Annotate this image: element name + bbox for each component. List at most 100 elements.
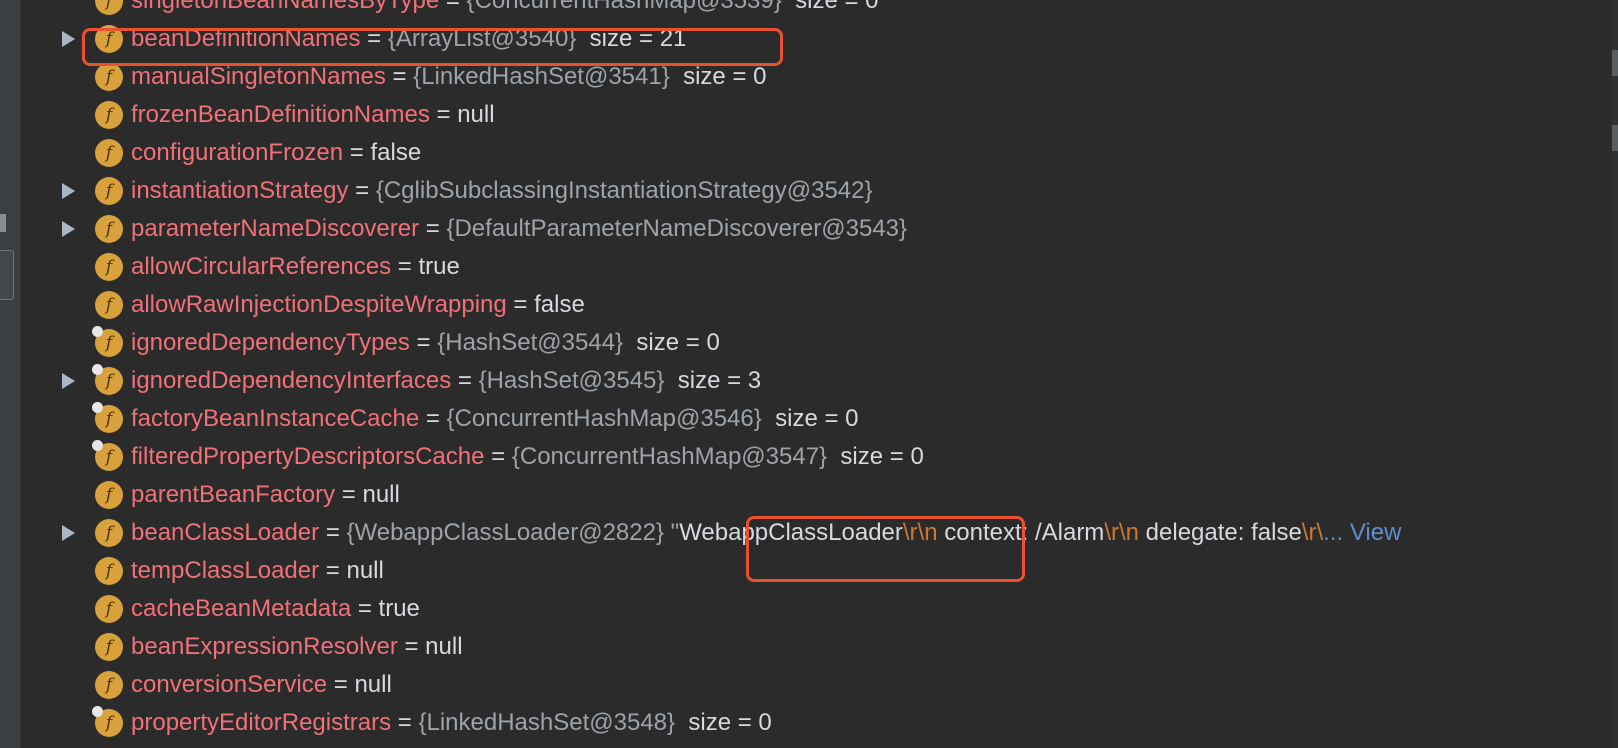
equals-sign: = (392, 63, 407, 90)
field-icon: f (92, 326, 123, 357)
view-link[interactable]: View (1350, 519, 1402, 546)
variable-row[interactable]: f allowCircularReferences = true (0, 248, 1618, 286)
variable-text: ignoredDependencyTypes = {HashSet@3544} … (131, 324, 720, 362)
expand-arrow-icon[interactable] (62, 525, 75, 541)
variable-text: parameterNameDiscoverer = {DefaultParame… (131, 210, 907, 248)
variable-row[interactable]: f conversionService = null (0, 666, 1618, 704)
variable-text: instantiationStrategy = {CglibSubclassin… (131, 172, 873, 210)
variable-value: null (362, 481, 400, 508)
variable-row[interactable]: f tempClassLoader = null (0, 552, 1618, 590)
variable-row[interactable]: f factoryBeanInstanceCache = {ConcurrentH… (0, 400, 1618, 438)
field-icon: f (95, 25, 123, 53)
variable-text: propertyEditorRegistrars = {LinkedHashSe… (131, 704, 772, 742)
variable-text: cacheBeanMetadata = true (131, 590, 420, 628)
variable-row[interactable]: f beanDefinitionNames = {ArrayList@3540} … (0, 20, 1618, 58)
object-reference: {LinkedHashSet@3548} (418, 709, 676, 736)
collection-size: size = 0 (688, 709, 772, 736)
variables-tree: f singletonBeanNamesByType = {ConcurrentH… (0, 0, 1618, 742)
variable-row[interactable]: f singletonBeanNamesByType = {ConcurrentH… (0, 0, 1618, 20)
variable-row[interactable]: f instantiationStrategy = {CglibSubclassi… (0, 172, 1618, 210)
variable-row[interactable]: f allowRawInjectionDespiteWrapping = fals… (0, 286, 1618, 324)
expand-arrow-icon[interactable] (62, 221, 75, 237)
variable-text: beanClassLoader = {WebappClassLoader@282… (131, 514, 1401, 552)
variable-row[interactable]: f filteredPropertyDescriptorsCache = {Con… (0, 438, 1618, 476)
variable-text: singletonBeanNamesByType = {ConcurrentHa… (131, 0, 879, 20)
field-icon: f (92, 364, 123, 395)
variable-row[interactable]: f propertyEditorRegistrars = {LinkedHashS… (0, 704, 1618, 742)
variable-name: frozenBeanDefinitionNames (131, 101, 430, 128)
object-reference: {HashSet@3544} (437, 329, 624, 356)
field-icon: f (92, 706, 123, 737)
variable-name: beanDefinitionNames (131, 25, 361, 52)
variable-text: filteredPropertyDescriptorsCache = {Conc… (131, 438, 924, 476)
variable-row[interactable]: f ignoredDependencyTypes = {HashSet@3544}… (0, 324, 1618, 362)
variable-row[interactable]: f beanClassLoader = {WebappClassLoader@28… (0, 514, 1618, 552)
expand-arrow-icon[interactable] (62, 183, 75, 199)
variable-text: ignoredDependencyInterfaces = {HashSet@3… (131, 362, 761, 400)
field-icon: f (95, 557, 123, 585)
collection-size: size = 0 (636, 329, 720, 356)
equals-sign: = (367, 25, 382, 52)
variable-name: ignoredDependencyInterfaces (131, 367, 452, 394)
variable-name: beanExpressionResolver (131, 633, 398, 660)
variable-name: allowRawInjectionDespiteWrapping (131, 291, 507, 318)
variable-row[interactable]: f configurationFrozen = false (0, 134, 1618, 172)
collection-size: size = 0 (840, 443, 924, 470)
object-reference: {ConcurrentHashMap@3539} (466, 0, 782, 14)
variable-text: manualSingletonNames = {LinkedHashSet@35… (131, 58, 766, 96)
field-icon: f (95, 481, 123, 509)
equals-sign: = (325, 519, 340, 546)
equals-sign: = (357, 595, 372, 622)
collection-size: size = 21 (589, 25, 687, 52)
context-text: context: /Alarm (937, 519, 1105, 546)
expand-arrow-icon[interactable] (62, 31, 75, 47)
variable-name: manualSingletonNames (131, 63, 386, 90)
object-reference: {ConcurrentHashMap@3546} (446, 405, 762, 432)
field-icon: f (95, 633, 123, 661)
object-reference: {LinkedHashSet@3541} (413, 63, 670, 90)
expand-arrow-icon[interactable] (62, 373, 75, 389)
variable-row[interactable]: f parameterNameDiscoverer = {DefaultParam… (0, 210, 1618, 248)
escape-sequence: \r\n (902, 519, 938, 546)
variable-row[interactable]: f parentBeanFactory = null (0, 476, 1618, 514)
collection-size: size = 0 (775, 405, 859, 432)
equals-sign: = (397, 709, 412, 736)
variable-text: factoryBeanInstanceCache = {ConcurrentHa… (131, 400, 859, 438)
variable-name: allowCircularReferences (131, 253, 392, 280)
equals-sign: = (355, 177, 370, 204)
class-loader-name: WebappClassLoader (679, 519, 903, 546)
variable-text: frozenBeanDefinitionNames = null (131, 96, 495, 134)
equals-sign: = (349, 139, 364, 166)
equals-sign: = (416, 329, 431, 356)
field-icon: f (95, 0, 123, 15)
field-icon: f (95, 291, 123, 319)
equals-sign: = (333, 671, 348, 698)
variable-row[interactable]: f cacheBeanMetadata = true (0, 590, 1618, 628)
variable-name: cacheBeanMetadata (131, 595, 352, 622)
object-reference: {WebappClassLoader@2822} (346, 519, 664, 546)
variable-value: true (418, 253, 460, 280)
object-reference: {ConcurrentHashMap@3547} (511, 443, 828, 470)
collection-size: size = 3 (677, 367, 762, 394)
variable-row[interactable]: f beanExpressionResolver = null (0, 628, 1618, 666)
variable-text: beanDefinitionNames = {ArrayList@3540} s… (131, 20, 686, 58)
string-quote: " (670, 519, 680, 546)
variable-text: configurationFrozen = false (131, 134, 421, 172)
variable-value: false (370, 139, 422, 166)
variable-text: allowRawInjectionDespiteWrapping = false (131, 286, 585, 324)
field-icon: f (95, 101, 123, 129)
delegate-text: delegate: false (1139, 519, 1302, 546)
variable-value: false (534, 291, 585, 318)
field-icon: f (95, 177, 123, 205)
variable-row[interactable]: f ignoredDependencyInterfaces = {HashSet@… (0, 362, 1618, 400)
variable-row[interactable]: f manualSingletonNames = {LinkedHashSet@3… (0, 58, 1618, 96)
equals-sign: = (397, 253, 412, 280)
equals-sign: = (513, 291, 528, 318)
variable-row[interactable]: f frozenBeanDefinitionNames = null (0, 96, 1618, 134)
equals-sign: = (445, 0, 460, 14)
variable-name: configurationFrozen (131, 139, 344, 166)
variable-text: allowCircularReferences = true (131, 248, 460, 286)
object-reference: {CglibSubclassingInstantiationStrategy@3… (375, 177, 873, 204)
collection-size: size = 0 (795, 0, 879, 14)
field-icon: f (95, 63, 123, 91)
